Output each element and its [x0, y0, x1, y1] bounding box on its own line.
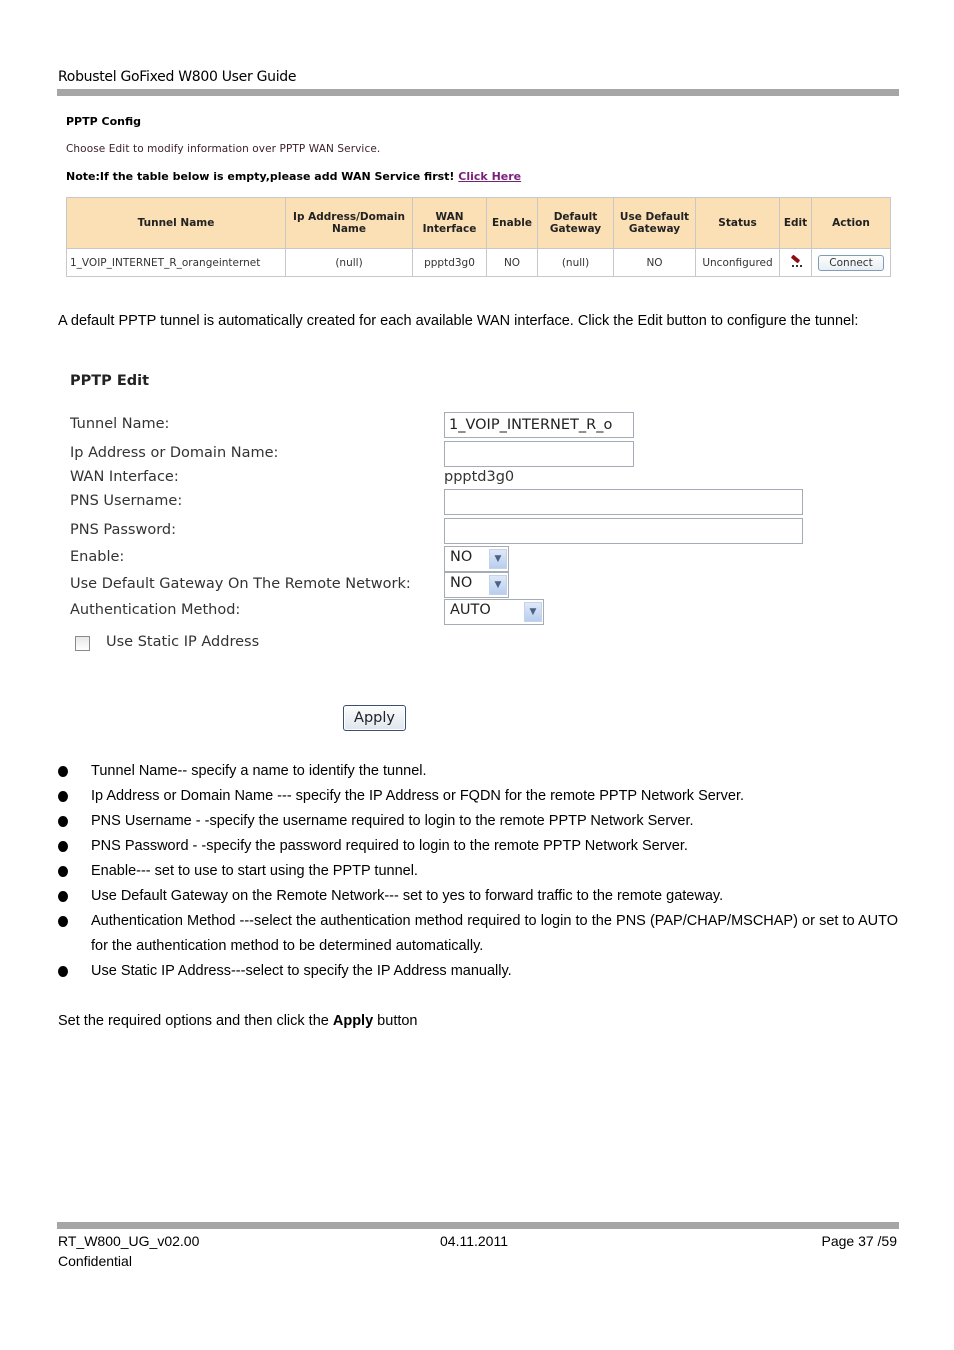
col-edit: Edit — [779, 197, 812, 249]
list-item: Enable--- set to use to start using the … — [58, 859, 898, 884]
chevron-down-icon: ▼ — [524, 602, 542, 622]
list-item: PNS Password - -specify the password req… — [58, 834, 898, 859]
use-default-gateway-label: Use Default Gateway On The Remote Networ… — [70, 576, 411, 592]
cell-action: Connect — [811, 248, 891, 277]
enable-select[interactable]: NO ▼ — [444, 546, 509, 572]
list-item: Tunnel Name-- specify a name to identify… — [58, 759, 898, 784]
footer-date: 04.11.2011 — [440, 1233, 508, 1249]
header-rule — [57, 89, 899, 96]
col-action: Action — [811, 197, 891, 249]
wan-interface-value: ppptd3g0 — [444, 469, 515, 485]
enable-select-value: NO — [450, 549, 473, 565]
final-instruction: Set the required options and then click … — [58, 1009, 898, 1034]
cell-edit — [779, 248, 812, 277]
cell-use-default-gateway: NO — [613, 248, 696, 277]
static-ip-checkbox[interactable] — [75, 636, 90, 651]
final-text-after: button — [373, 1013, 418, 1029]
click-here-link[interactable]: Click Here — [458, 170, 521, 183]
chevron-down-icon: ▼ — [489, 549, 507, 569]
footer-classification: Confidential — [58, 1253, 132, 1269]
chevron-down-icon: ▼ — [489, 575, 507, 595]
footer-page-number: Page 37 /59 — [821, 1233, 897, 1249]
table-row: 1_VOIP_INTERNET_R_orangeinternet (null) … — [66, 248, 891, 277]
pptp-edit-title: PPTP Edit — [70, 373, 150, 389]
pptp-config-description: Choose Edit to modify information over P… — [66, 143, 381, 155]
pptp-config-title: PPTP Config — [66, 115, 142, 128]
intro-paragraph: A default PPTP tunnel is automatically c… — [58, 313, 859, 329]
auth-method-select-value: AUTO — [450, 602, 491, 618]
list-item: Use Default Gateway on the Remote Networ… — [58, 884, 898, 909]
footer-doc-id: RT_W800_UG_v02.00 — [58, 1233, 200, 1249]
ip-address-label: Ip Address or Domain Name: — [70, 445, 279, 461]
list-item: Use Static IP Address---select to specif… — [58, 959, 898, 984]
col-status: Status — [695, 197, 780, 249]
footer-rule — [57, 1222, 899, 1229]
ip-address-input[interactable] — [444, 441, 634, 467]
pptp-config-note: Note:If the table below is empty,please … — [66, 170, 521, 183]
col-tunnel-name: Tunnel Name — [66, 197, 286, 249]
pencil-icon[interactable] — [789, 255, 803, 267]
pns-username-label: PNS Username: — [70, 493, 183, 509]
final-text-before: Set the required options and then click … — [58, 1013, 333, 1029]
auth-method-select[interactable]: AUTO ▼ — [444, 599, 544, 625]
cell-ip-address: (null) — [285, 248, 413, 277]
cell-tunnel-name: 1_VOIP_INTERNET_R_orangeinternet — [66, 248, 286, 277]
final-text-bold: Apply — [332, 1013, 374, 1029]
cell-default-gateway: (null) — [537, 248, 614, 277]
col-enable: Enable — [486, 197, 538, 249]
note-text: Note:If the table below is empty,please … — [66, 170, 455, 183]
static-ip-label: Use Static IP Address — [106, 634, 260, 650]
tunnel-name-label: Tunnel Name: — [70, 416, 170, 432]
pns-password-input[interactable] — [444, 518, 803, 544]
wan-interface-label: WAN Interface: — [70, 469, 179, 485]
field-description-list: Tunnel Name-- specify a name to identify… — [58, 759, 898, 984]
col-wan-interface: WAN Interface — [412, 197, 487, 249]
apply-button[interactable]: Apply — [343, 705, 406, 731]
col-default-gateway: Default Gateway — [537, 197, 614, 249]
pns-username-input[interactable] — [444, 489, 803, 515]
tunnel-name-input[interactable]: 1_VOIP_INTERNET_R_o — [444, 412, 634, 438]
cell-wan-interface: ppptd3g0 — [412, 248, 487, 277]
cell-enable: NO — [486, 248, 538, 277]
list-item: Ip Address or Domain Name --- specify th… — [58, 784, 898, 809]
table-header-row: Tunnel Name Ip Address/Domain Name WAN I… — [66, 197, 891, 249]
use-default-gateway-select[interactable]: NO ▼ — [444, 572, 509, 598]
footer-left: RT_W800_UG_v02.00 Confidential — [58, 1231, 199, 1271]
use-default-gateway-select-value: NO — [450, 575, 473, 591]
pns-password-label: PNS Password: — [70, 522, 177, 538]
list-item: PNS Username - -specify the username req… — [58, 809, 898, 834]
connect-button[interactable]: Connect — [818, 254, 884, 271]
page-header-title: Robustel GoFixed W800 User Guide — [58, 69, 297, 85]
col-use-default-gateway: Use Default Gateway — [613, 197, 696, 249]
auth-method-label: Authentication Method: — [70, 602, 241, 618]
pptp-tunnel-table: Tunnel Name Ip Address/Domain Name WAN I… — [66, 197, 891, 277]
list-item: Authentication Method ---select the auth… — [58, 909, 898, 959]
cell-status: Unconfigured — [695, 248, 780, 277]
col-ip-address: Ip Address/Domain Name — [285, 197, 413, 249]
enable-label: Enable: — [70, 549, 125, 565]
